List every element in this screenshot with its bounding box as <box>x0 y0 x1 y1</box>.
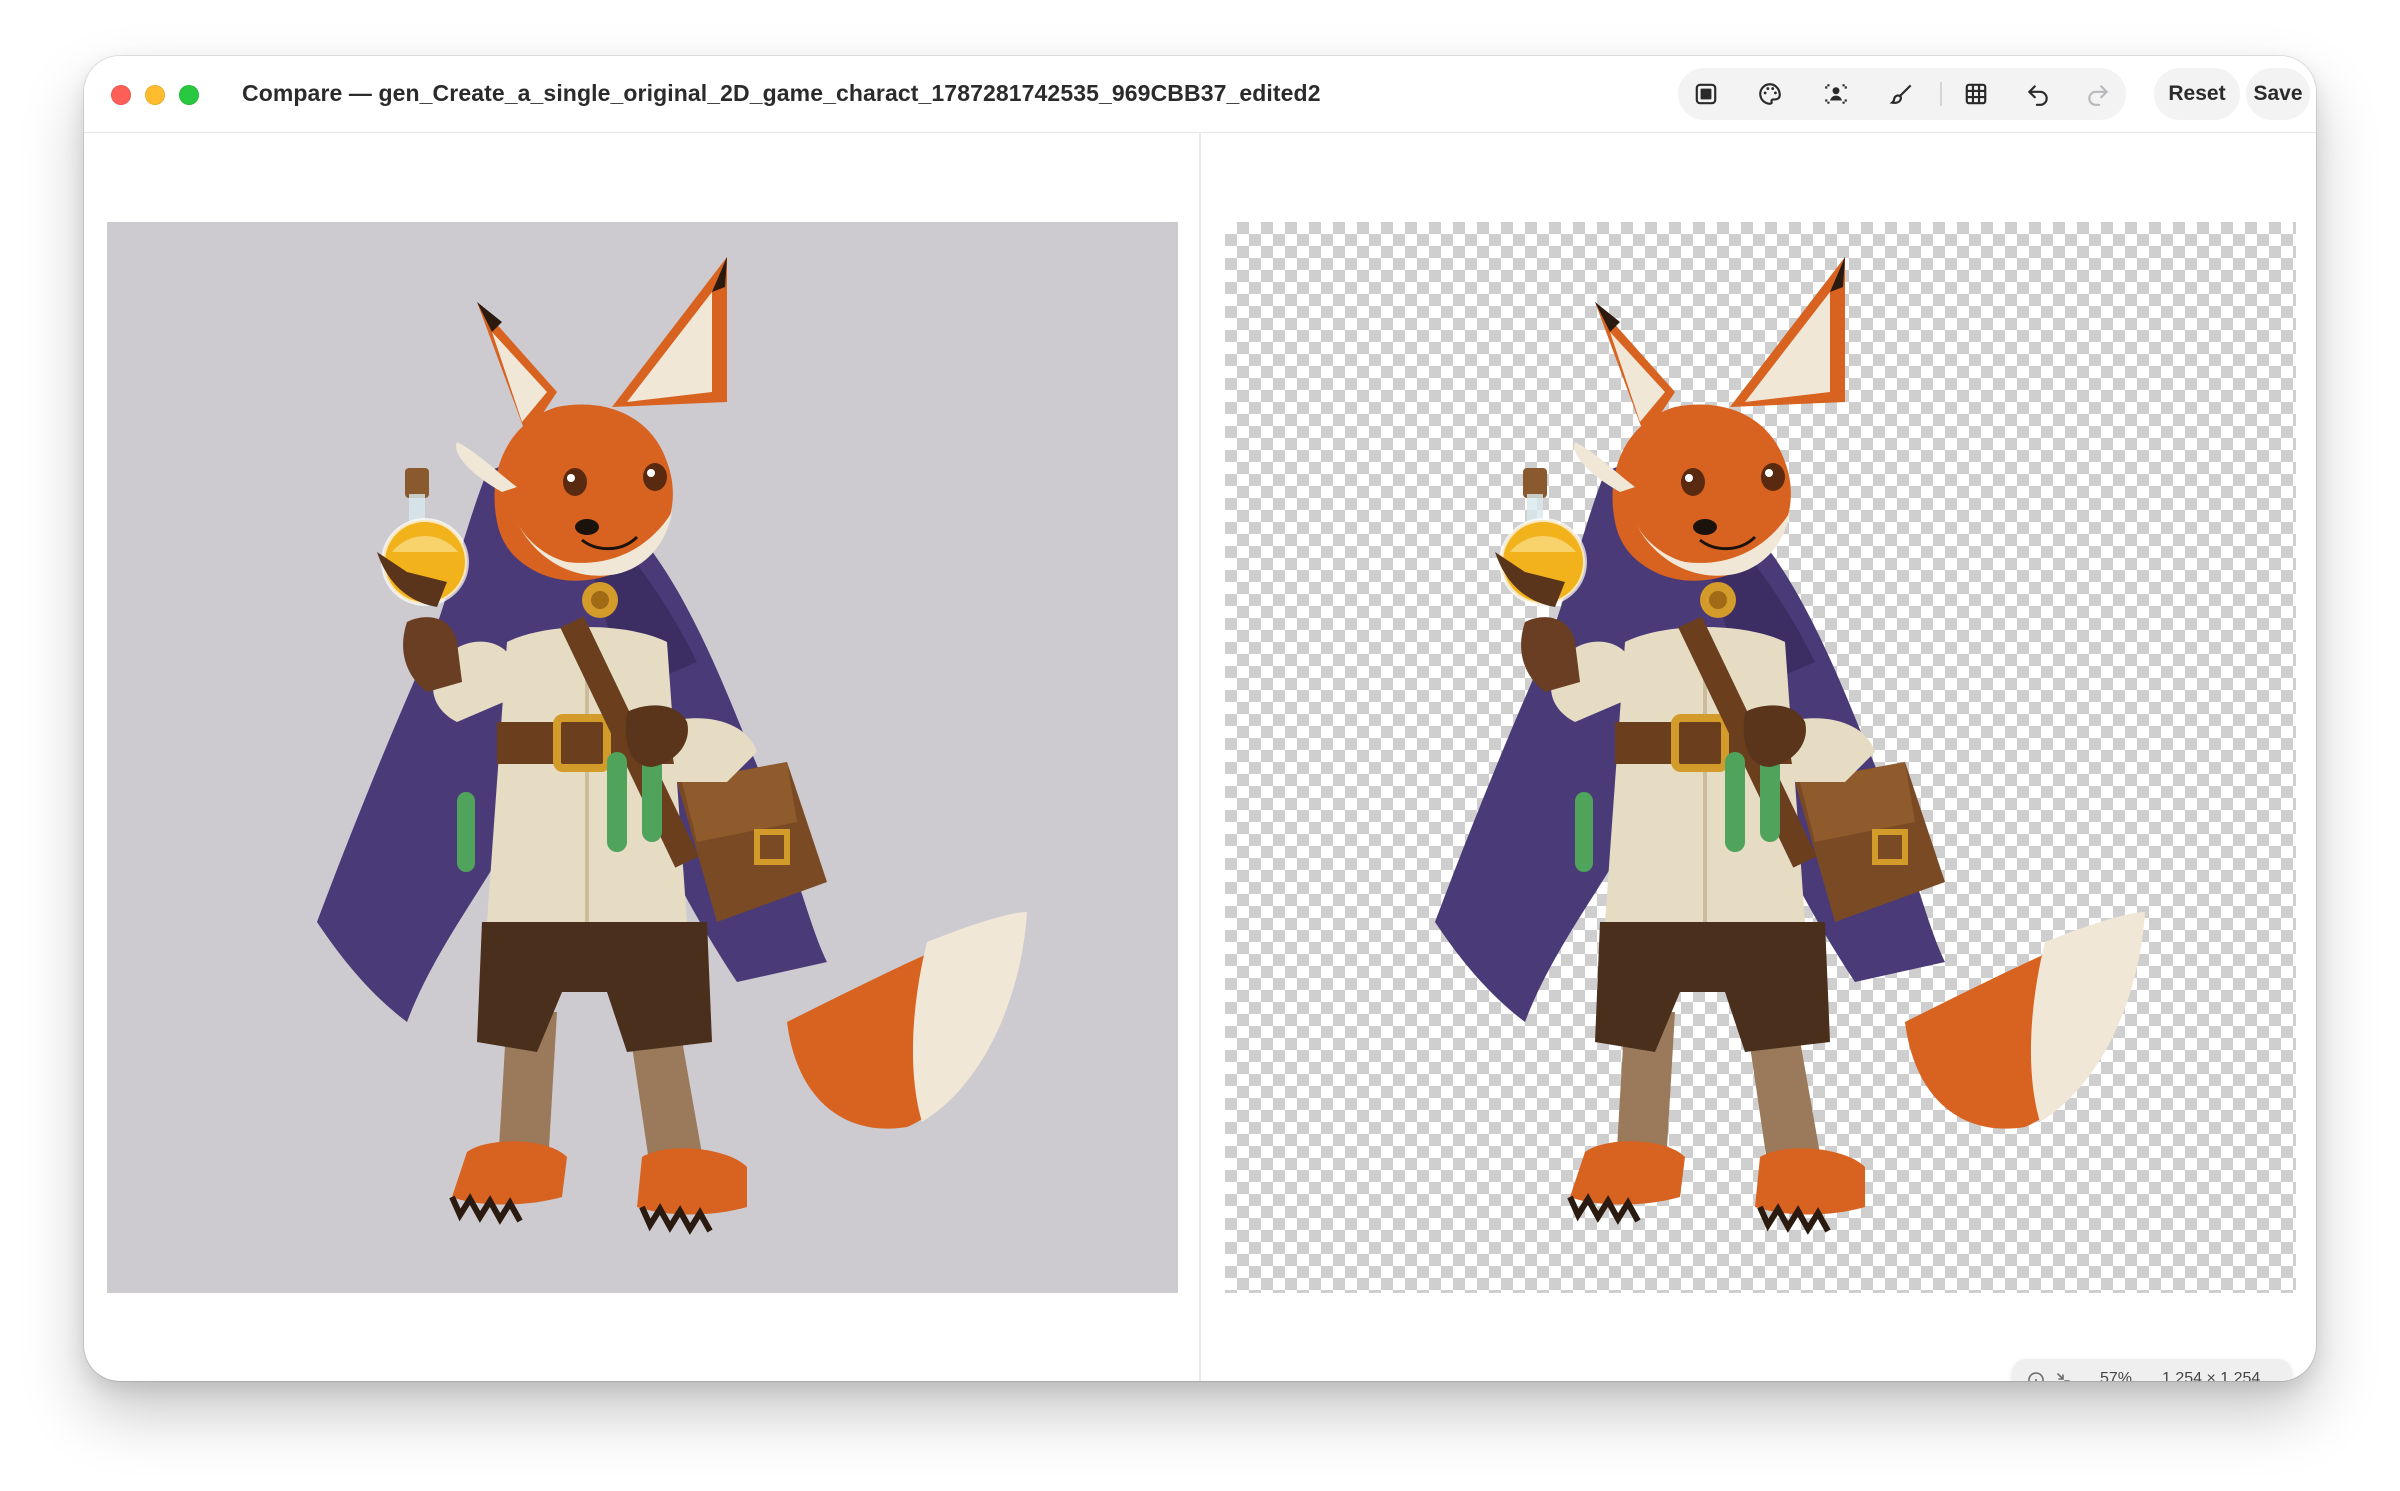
zoom-level: 57% <box>2100 1370 2133 1381</box>
toolbar-separator <box>1940 82 1942 106</box>
result-image-panel <box>1225 222 2296 1293</box>
undo-icon <box>2028 85 2048 106</box>
fox-alchemist-image-cutout <box>1435 257 2145 1235</box>
window-title: Compare — gen_Create_a_single_original_2… <box>242 80 1321 106</box>
save-button[interactable]: Save <box>2246 68 2310 120</box>
split-divider[interactable] <box>1199 133 1201 1381</box>
close-window-button[interactable] <box>111 85 131 105</box>
compare-content: 57% 1,254 × 1,254 <box>84 133 2316 1381</box>
title-bar: Compare — gen_Create_a_single_original_2… <box>84 56 2316 133</box>
grid-icon <box>1965 83 1987 105</box>
fox-alchemist-image-original <box>317 257 1027 1235</box>
brush-button[interactable] <box>1886 78 1918 110</box>
original-image-panel <box>107 222 1178 1293</box>
subject-select-icon <box>1825 84 1847 104</box>
palette-button[interactable] <box>1754 78 1786 110</box>
zoom-window-button[interactable] <box>179 85 199 105</box>
grid-button[interactable] <box>1960 78 1992 110</box>
collapse-icon[interactable] <box>2054 1370 2074 1381</box>
subject-select-button[interactable] <box>1820 78 1852 110</box>
reset-button[interactable]: Reset <box>2154 68 2240 120</box>
minimize-window-button[interactable] <box>145 85 165 105</box>
status-bar: 57% 1,254 × 1,254 <box>2012 1359 2292 1381</box>
undo-button[interactable] <box>2022 78 2054 110</box>
info-icon[interactable] <box>2026 1370 2046 1381</box>
image-dimensions: 1,254 × 1,254 <box>2162 1370 2261 1381</box>
redo-icon <box>2088 85 2108 106</box>
compare-window: Compare — gen_Create_a_single_original_2… <box>84 56 2316 1381</box>
redo-button[interactable] <box>2082 78 2114 110</box>
background-color-button[interactable] <box>1690 78 1722 110</box>
brush-icon <box>1889 84 1912 104</box>
editing-toolbar <box>1678 68 2126 120</box>
palette-icon <box>1759 83 1781 105</box>
background-color-icon <box>1695 83 1717 105</box>
